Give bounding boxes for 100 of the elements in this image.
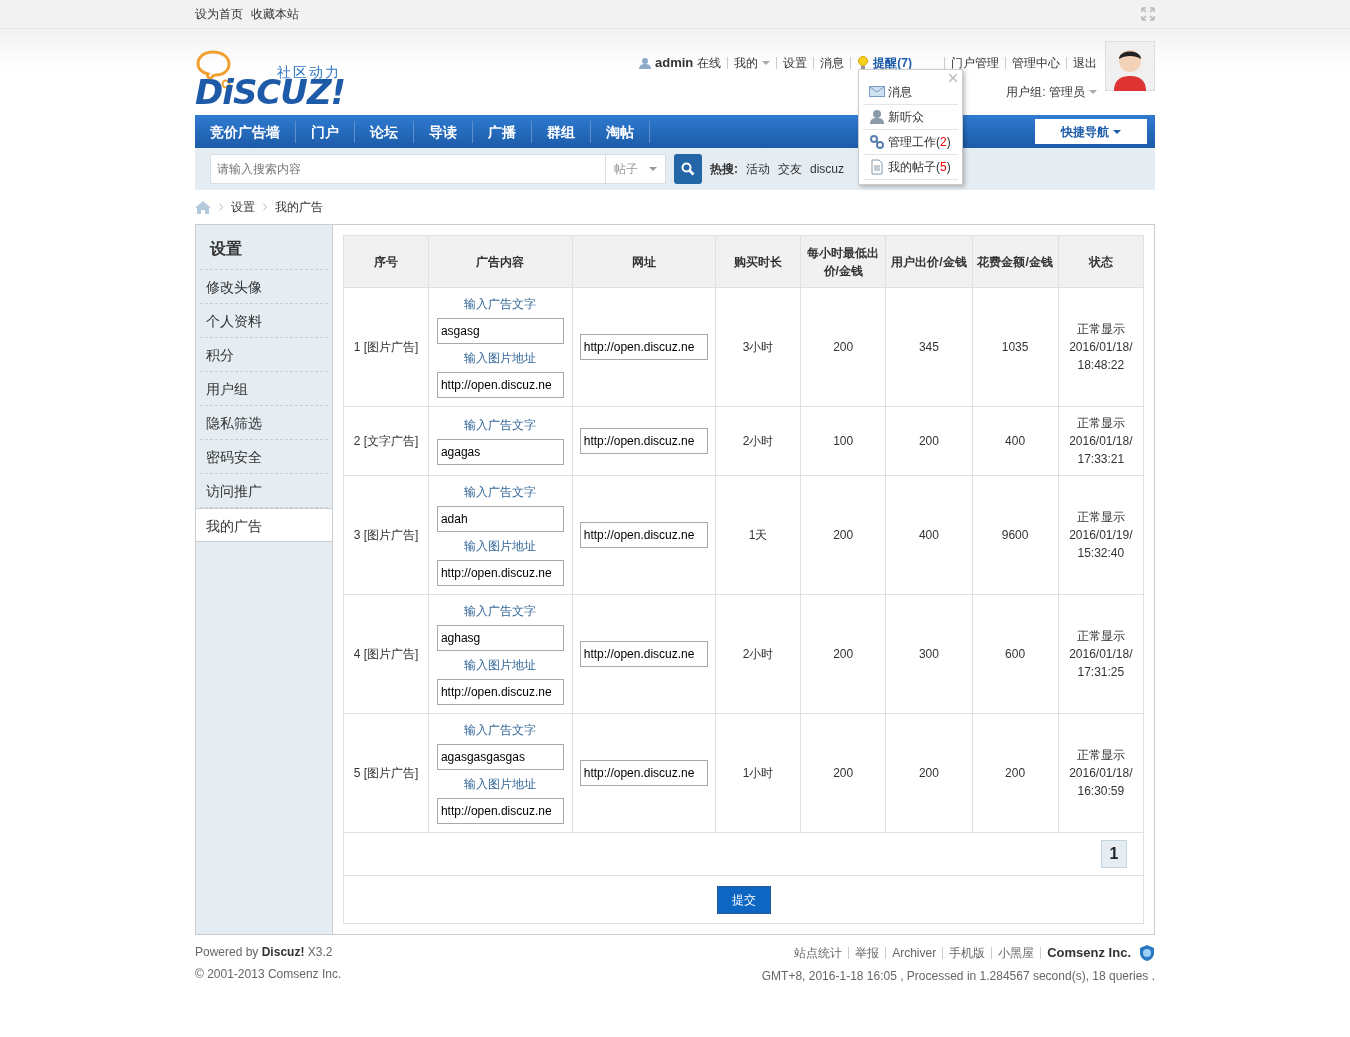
sidebar-item[interactable]: 隐私筛选 xyxy=(200,406,328,440)
popup-item[interactable]: 消息 xyxy=(863,80,958,105)
fullscreen-icon[interactable] xyxy=(1141,7,1155,21)
column-header: 每小时最低出价/金钱 xyxy=(800,235,886,288)
ad-text-field[interactable]: agasgasgasgas xyxy=(436,744,564,770)
user-group-link[interactable]: 用户组: 管理员 xyxy=(1006,82,1097,101)
quick-nav-button[interactable]: 快捷导航 xyxy=(1035,119,1147,144)
status-text: 正常显示 2016/01/18/16:30:59 xyxy=(1068,747,1134,800)
sidebar-item[interactable]: 积分 xyxy=(200,338,328,372)
ad-text-link[interactable]: 输入广告文字 xyxy=(464,295,537,313)
table-cell: 200 xyxy=(800,594,886,714)
image-url-field[interactable]: http://open.discuz.ne xyxy=(436,560,564,586)
company-link[interactable]: Comsenz Inc. xyxy=(1047,943,1131,963)
column-header: 状态 xyxy=(1058,235,1144,288)
lightbulb-icon xyxy=(857,55,870,70)
table-cell: 300 xyxy=(885,594,972,714)
sidebar-item[interactable]: 密码安全 xyxy=(200,440,328,474)
column-header: 广告内容 xyxy=(428,235,573,288)
table-cell: 1 [图片广告] xyxy=(343,287,429,407)
shield-icon xyxy=(1139,943,1155,962)
nav-item[interactable]: 广播 xyxy=(473,120,532,143)
search-button[interactable] xyxy=(674,154,702,184)
hot-search-link[interactable]: 交友 xyxy=(778,160,802,178)
table-cell: 400 xyxy=(885,475,972,595)
status-text: 正常显示 2016/01/18/18:48:22 xyxy=(1068,321,1134,374)
close-icon[interactable] xyxy=(949,74,957,82)
chain-icon xyxy=(869,134,885,150)
ad-text-field[interactable]: agagas xyxy=(436,439,564,465)
table-cell: 1小时 xyxy=(715,713,801,833)
submit-button[interactable]: 提交 xyxy=(716,885,771,914)
top-link[interactable]: 收藏本站 xyxy=(251,5,299,23)
table-cell: 200 xyxy=(885,406,972,476)
nav-item[interactable]: 论坛 xyxy=(355,120,414,143)
table-cell: 3 [图片广告] xyxy=(343,475,429,595)
footer-link[interactable]: 站点统计 xyxy=(794,943,843,962)
footer-link[interactable]: Archiver xyxy=(892,943,937,962)
column-header: 购买时长 xyxy=(715,235,801,288)
ad-text-field[interactable]: adah xyxy=(436,506,564,532)
user-link[interactable]: 管理中心 xyxy=(1012,53,1060,72)
url-field[interactable]: http://open.discuz.ne xyxy=(579,760,708,786)
ad-text-link[interactable]: 输入广告文字 xyxy=(464,602,537,620)
status-text: 正常显示 2016/01/18/17:31:25 xyxy=(1068,628,1134,681)
breadcrumb-link[interactable]: 设置 xyxy=(231,198,255,216)
footer-info-text: GMT+8, 2016-1-18 16:05 , Processed in 1.284567 second(s), 18 queries . xyxy=(761,967,1155,985)
sidebar-item[interactable]: 修改头像 xyxy=(200,270,328,304)
avatar xyxy=(1105,41,1155,91)
user-menu-link[interactable]: 我的 xyxy=(734,53,771,72)
url-field[interactable]: http://open.discuz.ne xyxy=(579,522,708,548)
hot-search-link[interactable]: 活动 xyxy=(746,160,770,178)
user-icon xyxy=(639,56,652,69)
breadcrumb-link[interactable]: 我的广告 xyxy=(275,198,323,216)
sidebar-item[interactable]: 个人资料 xyxy=(200,304,328,338)
user-menu-link[interactable]: 消息 xyxy=(820,53,845,72)
ad-text-link[interactable]: 输入广告文字 xyxy=(464,416,537,434)
user-link[interactable]: 门户管理 xyxy=(951,53,999,72)
url-field[interactable]: http://open.discuz.ne xyxy=(579,428,708,454)
status-text: 正常显示 2016/01/18/17:33:21 xyxy=(1068,415,1134,468)
nav-item[interactable]: 导读 xyxy=(414,120,473,143)
footer-link[interactable]: 举报 xyxy=(855,943,880,962)
user-link[interactable]: 退出 xyxy=(1073,53,1097,72)
user-menu-link[interactable]: 设置 xyxy=(783,53,808,72)
sidebar-item[interactable]: 我的广告 xyxy=(196,508,332,542)
nav-item[interactable]: 淘帖 xyxy=(591,120,650,143)
footer-link[interactable]: 小黑屋 xyxy=(998,943,1035,962)
search-field[interactable]: 请输入搜索内容 xyxy=(210,154,605,184)
hot-search-link[interactable]: discuz xyxy=(810,160,844,178)
home-icon[interactable] xyxy=(195,200,211,214)
document-icon xyxy=(869,159,885,175)
image-url-link[interactable]: 输入图片地址 xyxy=(464,537,537,555)
nav-item[interactable]: 门户 xyxy=(296,120,355,143)
top-link[interactable]: 设为首页 xyxy=(195,5,243,23)
table-cell: 345 xyxy=(885,287,972,407)
image-url-field[interactable]: http://open.discuz.ne xyxy=(436,679,564,705)
popup-item[interactable]: 管理工作(2) xyxy=(863,130,958,155)
image-url-field[interactable]: http://open.discuz.ne xyxy=(436,798,564,824)
ad-text-field[interactable]: aghasg xyxy=(436,625,564,651)
username-link[interactable]: admin xyxy=(655,53,694,73)
nav-item[interactable]: 竞价广告墙 xyxy=(195,120,296,143)
image-url-link[interactable]: 输入图片地址 xyxy=(464,656,537,674)
sidebar-item[interactable]: 用户组 xyxy=(200,372,328,406)
footer-link[interactable]: 手机版 xyxy=(949,943,986,962)
nav-item[interactable]: 群组 xyxy=(532,120,591,143)
image-url-link[interactable]: 输入图片地址 xyxy=(464,349,537,367)
table-cell: 100 xyxy=(800,406,886,476)
url-field[interactable]: http://open.discuz.ne xyxy=(579,641,708,667)
popup-item[interactable]: 我的帖子(5) xyxy=(863,155,958,180)
ad-text-link[interactable]: 输入广告文字 xyxy=(464,483,537,501)
table-cell: 5 [图片广告] xyxy=(343,713,429,833)
popup-item[interactable]: 新听众 xyxy=(863,105,958,130)
image-url-field[interactable]: http://open.discuz.ne xyxy=(436,372,564,398)
page-button[interactable]: 1 xyxy=(1101,840,1127,868)
table-cell: 2小时 xyxy=(715,594,801,714)
ad-text-field[interactable]: asgasg xyxy=(436,318,564,344)
table-cell: 200 xyxy=(885,713,972,833)
ad-text-link[interactable]: 输入广告文字 xyxy=(464,721,537,739)
image-url-link[interactable]: 输入图片地址 xyxy=(464,775,537,793)
table-cell: 9600 xyxy=(972,475,1059,595)
column-header: 花费金额/金钱 xyxy=(972,235,1059,288)
url-field[interactable]: http://open.discuz.ne xyxy=(579,334,708,360)
mail-icon xyxy=(869,84,885,100)
